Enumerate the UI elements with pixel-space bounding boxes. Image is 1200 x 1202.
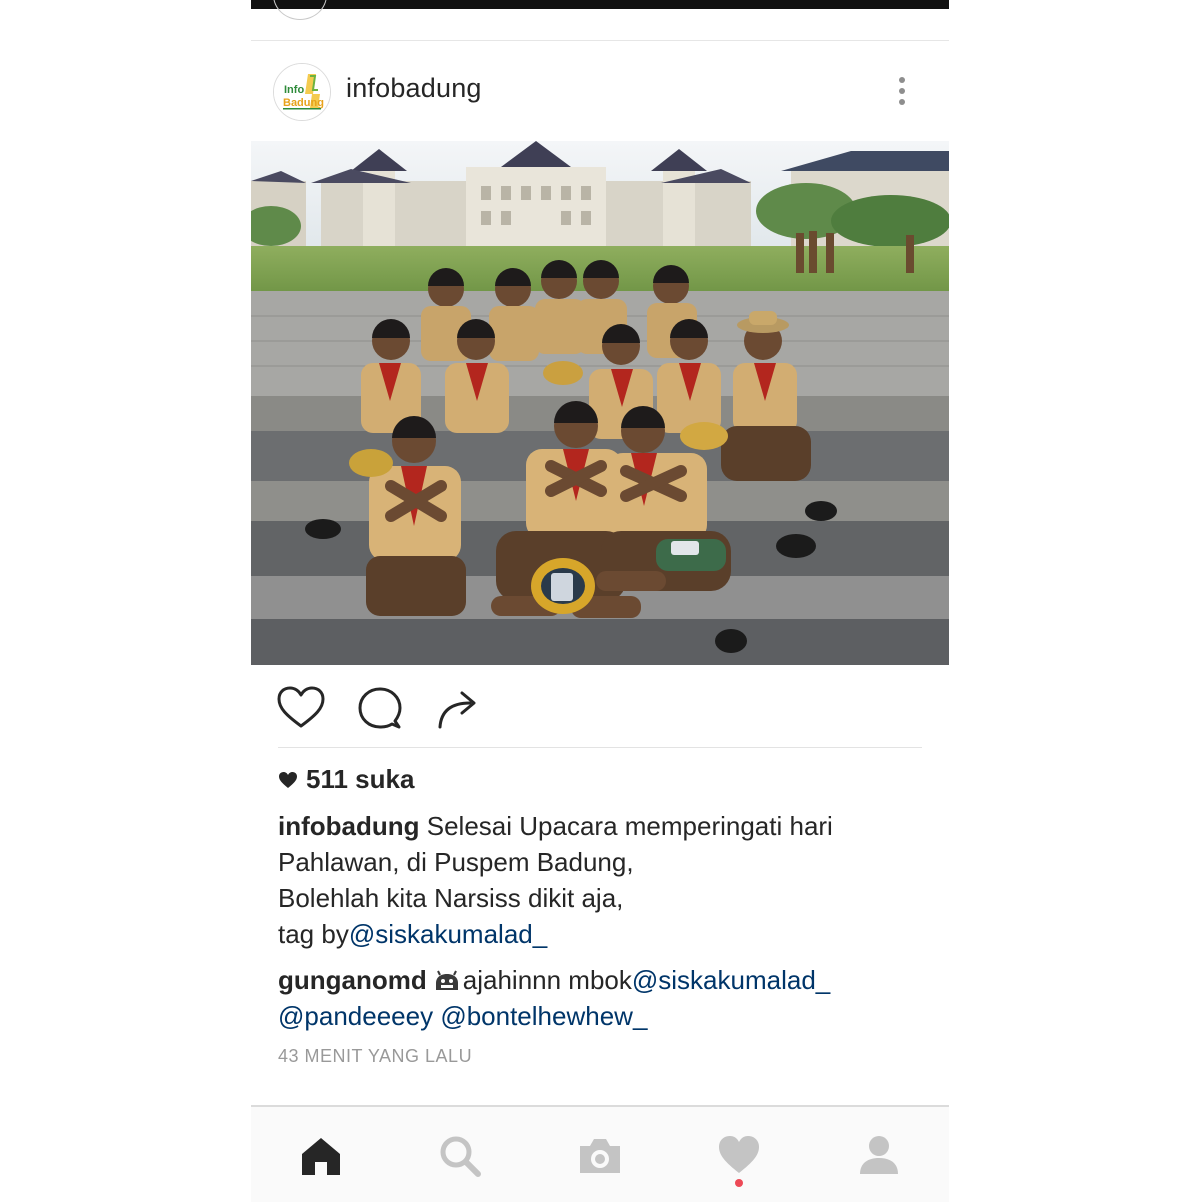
- android-emoji-icon: [435, 970, 458, 990]
- profile-icon[interactable]: [856, 1133, 902, 1179]
- comment-username[interactable]: gunganomd: [278, 965, 427, 995]
- post-timestamp: 43 MENIT YANG LALU: [278, 1046, 473, 1066]
- caption-line-2: Pahlawan, di Puspem Badung,: [278, 847, 634, 877]
- caption-mention[interactable]: @siskakumalad_: [349, 919, 547, 949]
- comment-bubble-icon[interactable]: [355, 685, 405, 731]
- caption-username[interactable]: infobadung: [278, 811, 420, 841]
- comment-text: ajahinnn mbok: [462, 965, 632, 995]
- comment-mention-1[interactable]: @siskakumalad_: [632, 965, 830, 995]
- search-icon[interactable]: [437, 1133, 483, 1179]
- infobadung-logo: Info Badung: [274, 64, 330, 120]
- previous-post-avatar-edge: [273, 0, 327, 20]
- svg-text:Info: Info: [284, 84, 304, 96]
- divider: [278, 747, 922, 748]
- heart-outline-icon[interactable]: [276, 685, 326, 731]
- likes-label: 511 suka: [306, 764, 415, 794]
- instagram-feed-screen: Info Badung infobadung 511 suka infobadu…: [251, 0, 949, 1202]
- notification-dot: [735, 1179, 743, 1187]
- more-vertical-icon-dot: [899, 99, 905, 105]
- more-vertical-icon: [899, 77, 905, 83]
- more-options-button[interactable]: [887, 73, 917, 109]
- post-photo[interactable]: [251, 141, 949, 665]
- post-actions: [251, 665, 949, 749]
- home-icon[interactable]: [298, 1133, 344, 1179]
- heart-icon[interactable]: [716, 1133, 762, 1179]
- previous-post-edge: [251, 0, 949, 9]
- comment-mention-2[interactable]: @pandeeeey: [278, 1001, 433, 1031]
- caption-line-1: Selesai Upacara memperingati hari: [426, 811, 833, 841]
- caption-line-4-prefix: tag by: [278, 919, 349, 949]
- svg-text:Badung: Badung: [283, 97, 324, 109]
- heart-filled-icon: [279, 772, 297, 788]
- share-arrow-icon[interactable]: [434, 685, 484, 731]
- post-header: Info Badung infobadung: [251, 41, 949, 141]
- post-caption: infobadung Selesai Upacara memperingati …: [278, 808, 918, 952]
- more-vertical-icon-dot: [899, 88, 905, 94]
- comment: gunganomd ajahinnn mbok@siskakumalad_ @p…: [278, 962, 918, 1034]
- camera-icon[interactable]: [577, 1133, 623, 1179]
- caption-line-3: Bolehlah kita Narsiss dikit aja,: [278, 883, 624, 913]
- bottom-navigation: [251, 1105, 949, 1202]
- group-photo-scouts: [251, 141, 949, 665]
- avatar[interactable]: Info Badung: [273, 63, 331, 121]
- comment-mention-3[interactable]: @bontelhewhew_: [440, 1001, 647, 1031]
- post-username[interactable]: infobadung: [346, 73, 482, 104]
